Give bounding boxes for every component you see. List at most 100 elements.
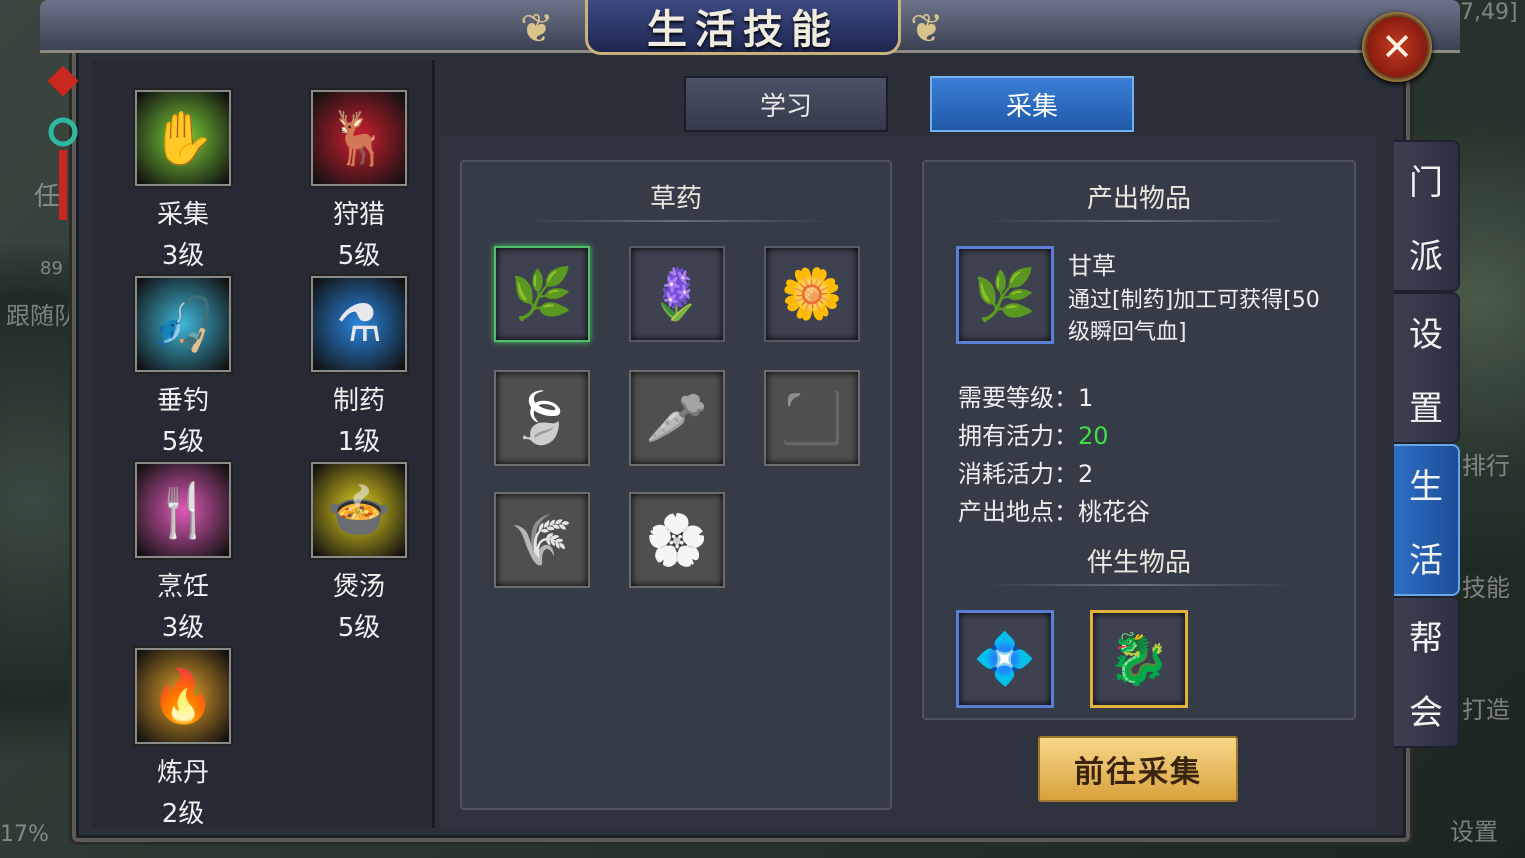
tab-strip: 学习 采集 — [440, 60, 1376, 136]
side-tab-life-char-1: 生 — [1409, 466, 1443, 507]
side-tab-sect-char-2: 派 — [1409, 236, 1443, 277]
hud-skill-label[interactable]: 技能 — [1462, 568, 1510, 603]
cost-energy-row: 消耗活力：2 — [958, 454, 1093, 489]
byproduct-title: 伴生物品 — [1086, 548, 1191, 578]
location-value: 桃花谷 — [1078, 498, 1150, 526]
title-ornament-right-icon: ❦ — [910, 6, 944, 52]
hud-percent: 17% — [0, 822, 49, 847]
hud-follow-button[interactable]: 跟随队 — [6, 296, 78, 331]
side-tab-sect[interactable]: 门 派 — [1394, 140, 1460, 292]
byproduct-slot-2[interactable]: 🐉 — [1090, 610, 1188, 708]
skill-item-6[interactable]: 🔥 炼丹 2级 — [128, 648, 238, 830]
yellow-flower-herb-icon: 🌼 — [780, 264, 844, 323]
skill-level: 3级 — [161, 613, 205, 643]
cooking-icon: 🍴 — [135, 462, 231, 558]
side-tab-sect-char-1: 门 — [1409, 162, 1443, 203]
side-tab-guild-char-1: 帮 — [1409, 618, 1443, 659]
location-label: 产出地点： — [958, 498, 1078, 526]
title-ornament-left-icon: ❦ — [520, 6, 554, 52]
skill-name: 垂钓 — [156, 386, 209, 416]
tab-learn[interactable]: 学习 — [684, 76, 888, 132]
skill-item-1[interactable]: 🦌 狩猎 5级 — [304, 90, 414, 272]
cost-energy-value: 2 — [1078, 460, 1094, 488]
location-row: 产出地点：桃花谷 — [958, 492, 1150, 527]
side-tab-settings[interactable]: 设 置 — [1394, 292, 1460, 444]
skill-name: 烹饪 — [156, 572, 209, 602]
title-plate: 生活技能 — [585, 0, 901, 55]
hud-forge-label[interactable]: 打造 — [1462, 690, 1510, 725]
side-tab-life[interactable]: 生 活 — [1394, 444, 1460, 596]
skill-level: 5级 — [337, 241, 381, 271]
skill-item-5[interactable]: 🍲 煲汤 5级 — [304, 462, 414, 644]
close-icon: ✕ — [1381, 25, 1413, 69]
skill-level: 5级 — [161, 427, 205, 457]
licorice-herb-icon: 🌿 — [973, 265, 1037, 324]
hud-settings-label[interactable]: 设置 — [1450, 812, 1498, 847]
herb-panel-title: 草药 — [649, 184, 702, 214]
black-stone-icon: ⬛ — [780, 388, 844, 447]
side-tab-settings-char-1: 设 — [1409, 314, 1443, 355]
req-level-label: 需要等级： — [958, 384, 1078, 412]
tab-gather[interactable]: 采集 — [930, 76, 1134, 132]
purple-flower-herb-icon: 🪻 — [645, 264, 709, 323]
byproduct-divider — [984, 584, 1294, 586]
go-gather-button[interactable]: 前往采集 — [1038, 736, 1238, 802]
herb-panel: 草药 🌿 🪻 🌼 🍃 🥕 ⬛ 🌾 🌸 — [460, 160, 892, 810]
peony-herb-icon: 🌸 — [645, 510, 709, 569]
req-level-row: 需要等级：1 — [958, 378, 1093, 413]
herb-slot-0[interactable]: 🌿 — [494, 246, 590, 342]
hud-coords: 7,49] — [1460, 0, 1518, 25]
skill-level: 1级 — [337, 427, 381, 457]
output-panel-divider — [984, 220, 1294, 222]
hunt-icon: 🦌 — [311, 90, 407, 186]
output-item-slot[interactable]: 🌿 — [956, 246, 1054, 344]
herb-slot-7[interactable]: 🌸 — [629, 492, 725, 588]
herb-slot-3[interactable]: 🍃 — [494, 370, 590, 466]
skill-name: 狩猎 — [332, 200, 385, 230]
root-herb-icon: 🥕 — [645, 388, 709, 447]
skill-name: 炼丹 — [156, 758, 209, 788]
herb-slot-5[interactable]: ⬛ — [764, 370, 860, 466]
side-tab-life-char-2: 活 — [1409, 540, 1443, 581]
herb-slot-1[interactable]: 🪻 — [629, 246, 725, 342]
medicine-icon: ⚗ — [311, 276, 407, 372]
output-item-desc-1: 通过[制药]加工可获得[50 — [1068, 288, 1320, 313]
herb-slot-4[interactable]: 🥕 — [629, 370, 725, 466]
skill-item-2[interactable]: 🎣 垂钓 5级 — [128, 276, 238, 458]
own-energy-row: 拥有活力：20 — [958, 416, 1109, 451]
soup-icon: 🍲 — [311, 462, 407, 558]
side-tab-settings-char-2: 置 — [1409, 388, 1443, 429]
own-energy-label: 拥有活力： — [958, 422, 1078, 450]
herb-panel-divider — [522, 220, 832, 222]
skill-level: 5级 — [337, 613, 381, 643]
skill-level: 3级 — [161, 241, 205, 271]
jade-gem-icon: 💠 — [973, 629, 1037, 688]
chinese-knot-icon — [47, 65, 79, 220]
skill-name: 制药 — [332, 386, 385, 416]
skill-item-4[interactable]: 🍴 烹饪 3级 — [128, 462, 238, 644]
own-energy-value: 20 — [1078, 422, 1109, 450]
skill-list: ✋ 采集 3级 🦌 狩猎 5级 🎣 垂钓 5级 ⚗ 制药 1级 🍴 烹饪 3级 🍲 煲汤 5级 🔥 炼丹 2级 — [92, 60, 435, 830]
output-item-desc-2: 级瞬回气血] — [1068, 320, 1187, 345]
hud-char-level: 89 — [40, 258, 63, 279]
leaf-herb-icon: 🍃 — [510, 388, 574, 447]
byproduct-slot-1[interactable]: 💠 — [956, 610, 1054, 708]
output-panel: 产出物品 🌿 甘草 通过[制药]加工可获得[50 级瞬回气血] 需要等级：1 拥… — [922, 160, 1356, 720]
dragon-icon: 🐉 — [1107, 629, 1171, 688]
window-title: 生活技能 — [647, 7, 839, 53]
output-panel-title: 产出物品 — [1086, 184, 1191, 214]
hud-rank-label[interactable]: 排行 — [1462, 446, 1510, 481]
skill-name: 采集 — [156, 200, 209, 230]
skill-level: 2级 — [161, 799, 205, 829]
herb-slot-2[interactable]: 🌼 — [764, 246, 860, 342]
skill-item-0[interactable]: ✋ 采集 3级 — [128, 90, 238, 272]
licorice-herb-icon: 🌿 — [510, 264, 574, 323]
req-level-value: 1 — [1078, 384, 1094, 412]
coral-herb-icon: 🌾 — [510, 510, 574, 569]
fishing-icon: 🎣 — [135, 276, 231, 372]
skill-item-3[interactable]: ⚗ 制药 1级 — [304, 276, 414, 458]
cost-energy-label: 消耗活力： — [958, 460, 1078, 488]
output-item-name: 甘草 — [1068, 252, 1116, 280]
side-tab-guild[interactable]: 帮 会 — [1394, 596, 1460, 748]
herb-slot-6[interactable]: 🌾 — [494, 492, 590, 588]
